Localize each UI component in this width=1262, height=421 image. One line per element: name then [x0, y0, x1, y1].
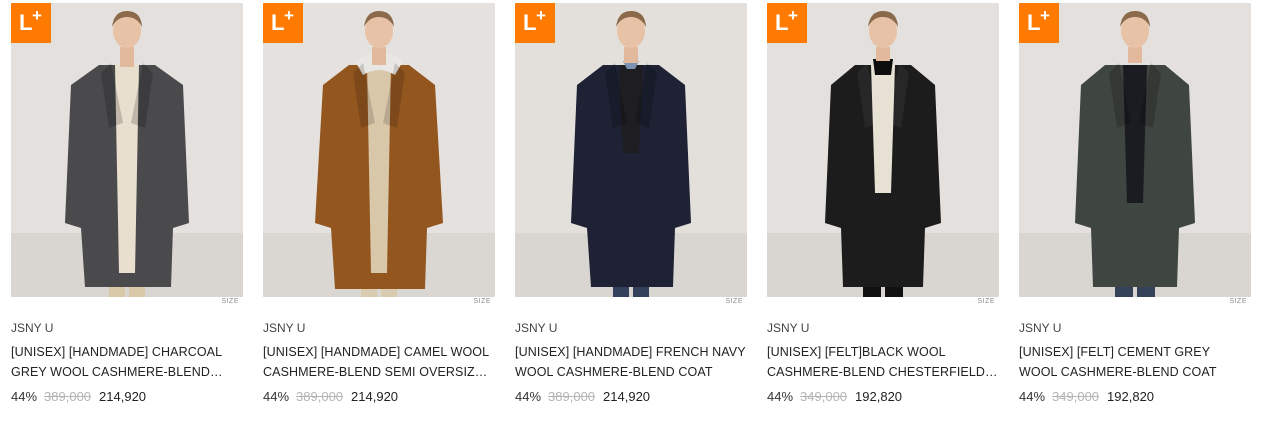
product-card[interactable]: L + SIZE JSNY U [UNISEX] [HANDMADE] CHARC…	[11, 3, 243, 404]
l-plus-badge: L +	[515, 3, 555, 43]
product-card[interactable]: L + SIZE JSNY U [UNISEX] [HANDMADE] FRENC…	[515, 3, 747, 404]
product-title[interactable]: [UNISEX] [FELT]BLACK WOOL CASHMERE-BLEND…	[767, 342, 999, 382]
product-title[interactable]: [UNISEX] [FELT] CEMENT GREY WOOL CASHMER…	[1019, 342, 1251, 382]
sale-price: 214,920	[99, 389, 147, 404]
product-card[interactable]: L + SIZE JSNY U [UNISEX] [FELT] CEMENT GR…	[1019, 3, 1251, 404]
l-plus-badge: L +	[263, 3, 303, 43]
coat-photo	[767, 3, 999, 297]
price-row: 44% 349,000 192,820	[1019, 389, 1154, 405]
original-price: 389,000	[296, 389, 344, 404]
size-label[interactable]: SIZE	[977, 298, 995, 305]
size-label[interactable]: SIZE	[725, 298, 743, 305]
product-card[interactable]: L + SIZE JSNY U [UNISEX] [HANDMADE] CAMEL…	[263, 3, 495, 404]
coat-photo	[11, 3, 243, 297]
brand-name[interactable]: JSNY U	[263, 321, 305, 336]
product-card[interactable]: L + SIZE JSNY U [UNISEX] [FELT]BLACK WOOL…	[767, 3, 999, 404]
price-row: 44% 349,000 192,820	[767, 389, 902, 405]
coat-photo	[1019, 3, 1251, 297]
brand-name[interactable]: JSNY U	[767, 321, 809, 336]
l-plus-badge: L +	[767, 3, 807, 43]
coat-photo	[263, 3, 495, 297]
product-image[interactable]: L +	[767, 3, 999, 297]
sale-price: 214,920	[351, 389, 399, 404]
discount-rate: 44%	[11, 389, 38, 404]
price-row: 44% 389,000 214,920	[515, 389, 650, 405]
product-title[interactable]: [UNISEX] [HANDMADE] CAMEL WOOL CASHMERE-…	[263, 342, 495, 382]
product-image[interactable]: L +	[11, 3, 243, 297]
discount-rate: 44%	[767, 389, 794, 404]
size-label[interactable]: SIZE	[473, 298, 491, 305]
product-grid: L + SIZE JSNY U [UNISEX] [HANDMADE] CHARC…	[0, 0, 1262, 421]
size-label[interactable]: SIZE	[1229, 298, 1247, 305]
sale-price: 192,820	[1107, 389, 1155, 404]
discount-rate: 44%	[515, 389, 542, 404]
sale-price: 192,820	[855, 389, 903, 404]
original-price: 349,000	[1052, 389, 1100, 404]
discount-rate: 44%	[263, 389, 290, 404]
l-plus-badge: L +	[11, 3, 51, 43]
product-image[interactable]: L +	[263, 3, 495, 297]
product-image[interactable]: L +	[1019, 3, 1251, 297]
sale-price: 214,920	[603, 389, 651, 404]
original-price: 389,000	[44, 389, 92, 404]
product-title[interactable]: [UNISEX] [HANDMADE] FRENCH NAVY WOOL CAS…	[515, 342, 747, 382]
original-price: 389,000	[548, 389, 596, 404]
discount-rate: 44%	[1019, 389, 1046, 404]
original-price: 349,000	[800, 389, 848, 404]
size-label[interactable]: SIZE	[221, 298, 239, 305]
product-title[interactable]: [UNISEX] [HANDMADE] CHARCOAL GREY WOOL C…	[11, 342, 243, 382]
price-row: 44% 389,000 214,920	[263, 389, 398, 405]
coat-photo	[515, 3, 747, 297]
product-image[interactable]: L +	[515, 3, 747, 297]
brand-name[interactable]: JSNY U	[515, 321, 557, 336]
brand-name[interactable]: JSNY U	[1019, 321, 1061, 336]
l-plus-badge: L +	[1019, 3, 1059, 43]
price-row: 44% 389,000 214,920	[11, 389, 146, 405]
brand-name[interactable]: JSNY U	[11, 321, 53, 336]
